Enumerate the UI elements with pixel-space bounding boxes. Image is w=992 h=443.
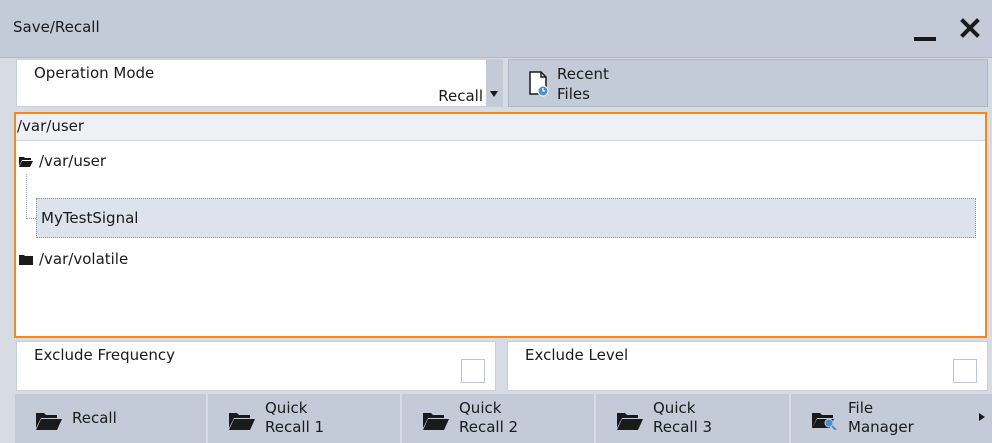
- tree-guide-line: [26, 174, 28, 219]
- recent-files-label-line2: Files: [557, 85, 590, 103]
- exclude-frequency-option[interactable]: Exclude Frequency: [16, 341, 496, 391]
- save-recall-dialog: Save/Recall Operation Mode Recall Recent…: [0, 0, 992, 443]
- minimize-button[interactable]: [905, 14, 945, 46]
- quick-recall-3-button[interactable]: Quick Recall 3: [596, 394, 790, 443]
- folder-open-icon: [36, 413, 62, 430]
- quick-recall-3-line2: Recall 3: [653, 418, 713, 436]
- tree-item-label: MyTestSignal: [41, 209, 139, 227]
- folder-open-icon: [617, 413, 643, 430]
- recent-files-button[interactable]: Recent Files: [508, 59, 988, 107]
- exclude-frequency-label: Exclude Frequency: [34, 346, 176, 364]
- folder-closed-icon: [19, 255, 33, 265]
- path-bar: /var/user: [16, 114, 985, 141]
- tree-item-label: /var/volatile: [39, 250, 129, 268]
- tree-item-var-volatile[interactable]: /var/volatile: [19, 250, 128, 268]
- more-arrow-icon: [979, 413, 985, 421]
- recent-file-icon: [529, 71, 549, 97]
- file-manager-line1: File: [848, 399, 874, 417]
- quick-recall-2-line1: Quick: [459, 399, 502, 417]
- quick-recall-1-line2: Recall 1: [265, 418, 325, 436]
- recall-label: Recall: [72, 409, 117, 427]
- quick-recall-1-button[interactable]: Quick Recall 1: [208, 394, 401, 443]
- quick-recall-1-line1: Quick: [265, 399, 308, 417]
- file-manager-button[interactable]: File Manager: [791, 394, 992, 443]
- folder-open-icon: [423, 413, 449, 430]
- file-manager-icon: [812, 413, 837, 430]
- tree-item-var-user[interactable]: /var/user: [19, 152, 106, 170]
- exclude-level-label: Exclude Level: [525, 346, 629, 364]
- tree-guide-branch: [26, 218, 36, 220]
- tree-item-label: /var/user: [39, 152, 107, 170]
- exclude-level-checkbox[interactable]: [953, 359, 977, 383]
- file-manager-line2: Manager: [848, 418, 914, 436]
- recall-button[interactable]: Recall: [15, 394, 207, 443]
- exclude-level-option[interactable]: Exclude Level: [507, 341, 988, 391]
- operation-mode-select[interactable]: Operation Mode Recall: [16, 59, 487, 107]
- file-browser[interactable]: /var/user /var/user MyTestSignal /var/vo…: [14, 112, 987, 338]
- quick-recall-3-line1: Quick: [653, 399, 696, 417]
- recent-files-label-line1: Recent: [557, 65, 609, 83]
- tree-item-mytestsignal[interactable]: MyTestSignal: [36, 198, 976, 238]
- folder-open-icon: [19, 157, 33, 167]
- operation-mode-label: Operation Mode: [34, 64, 155, 82]
- exclude-frequency-checkbox[interactable]: [461, 359, 485, 383]
- folder-open-icon: [229, 413, 255, 430]
- operation-mode-value: Recall: [438, 87, 483, 105]
- close-icon: [960, 18, 980, 38]
- close-button[interactable]: [955, 12, 985, 44]
- title-bar: Save/Recall: [0, 0, 992, 58]
- quick-recall-2-line2: Recall 2: [459, 418, 519, 436]
- current-path: /var/user: [17, 117, 85, 135]
- window-title: Save/Recall: [13, 18, 100, 36]
- dropdown-arrow-icon[interactable]: [486, 59, 503, 107]
- quick-recall-2-button[interactable]: Quick Recall 2: [402, 394, 595, 443]
